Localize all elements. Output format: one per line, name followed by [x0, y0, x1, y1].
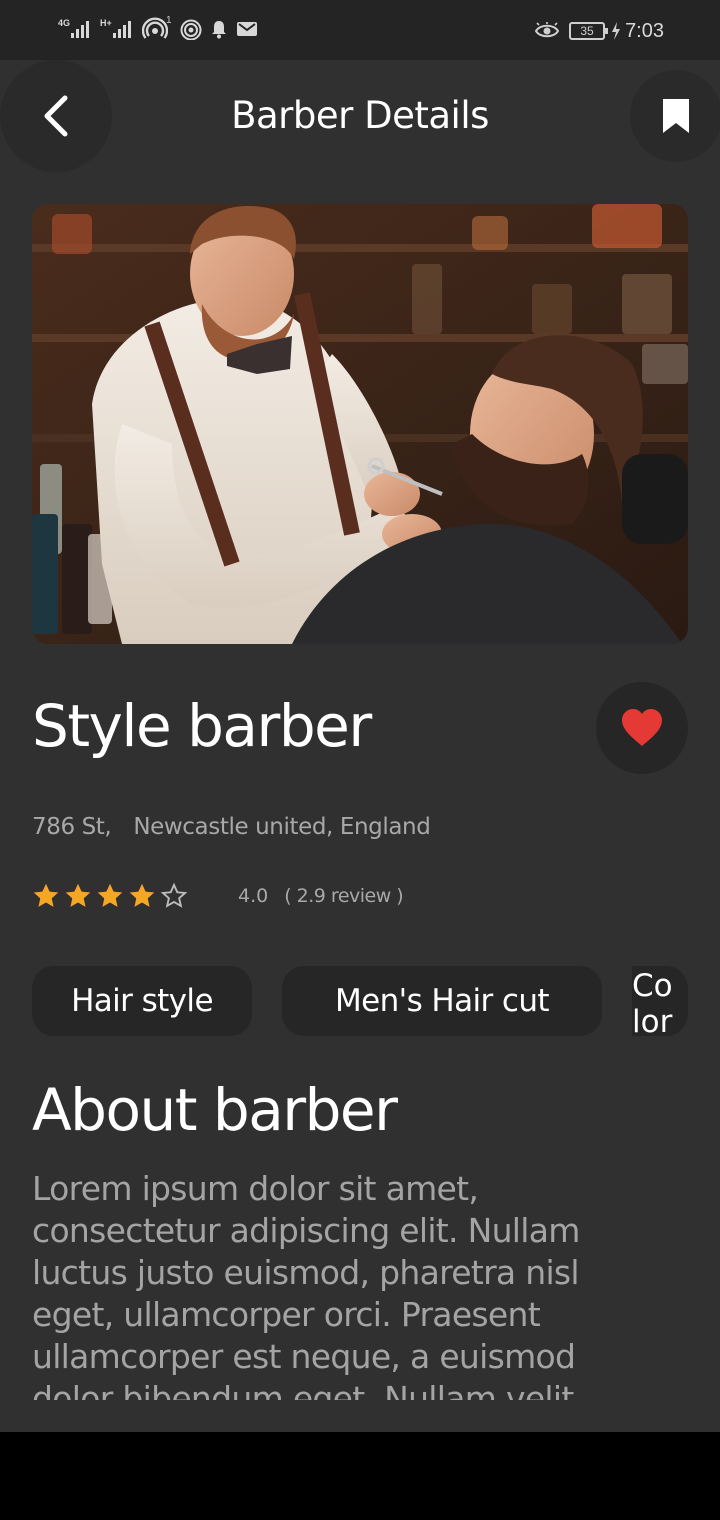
star-filled-icon [97, 883, 123, 907]
clock: 7:03 [625, 19, 664, 42]
bookmark-button[interactable] [630, 70, 720, 162]
service-chip-coloring[interactable]: Colori [632, 966, 688, 1036]
status-right: 35 7:03 [535, 14, 664, 48]
review-count: ( 2.9 review ) [284, 885, 404, 907]
bookmark-icon [663, 99, 689, 133]
service-chip-label: Men's Hair cut [335, 983, 550, 1019]
charging-icon [612, 22, 621, 40]
hotspot-icon [142, 17, 168, 39]
address-city: Newcastle united, England [133, 814, 431, 840]
star-empty-icon [160, 882, 188, 908]
star-filled-icon [129, 883, 155, 907]
heart-icon [622, 709, 662, 746]
address-street: 786 St, [32, 814, 112, 840]
star-rating [32, 882, 188, 910]
barber-details-screen: Barber Details Style barber 786 St, Newc… [0, 60, 720, 1432]
bell-icon [211, 21, 226, 39]
status-left: 4G H+ 1 [58, 14, 258, 44]
signal-hplus-icon: H+ [100, 16, 134, 42]
favorite-button[interactable] [596, 682, 688, 774]
rating-value: 4.0 [238, 885, 269, 907]
page-title: Barber Details [231, 94, 489, 137]
barber-name: Style barber [32, 692, 372, 760]
status-bar: 4G H+ 1 35 7:03 [0, 0, 720, 60]
signal-4g-icon: 4G [58, 16, 92, 42]
mail-icon [236, 22, 257, 36]
barber-address: 786 St, Newcastle united, England [32, 814, 431, 840]
service-chip-hair-style[interactable]: Hair style [32, 966, 252, 1036]
star-filled-icon [65, 883, 91, 907]
eye-icon [535, 22, 560, 38]
star-filled-icon [33, 883, 59, 907]
notification-count: 1 [166, 14, 172, 26]
barber-photo [32, 204, 688, 644]
rating-row: 4.0 ( 2.9 review ) [32, 882, 404, 910]
service-chip-label: Colori [632, 968, 673, 1036]
service-chip-label: Hair style [71, 983, 213, 1019]
about-title: About barber [32, 1076, 398, 1144]
system-navigation-bar [0, 1432, 720, 1520]
network-type-label: 4G [58, 18, 71, 28]
battery-indicator: 35 [569, 22, 609, 40]
about-text: Lorem ipsum dolor sit amet, consectetur … [32, 1169, 580, 1400]
services-list: Hair style Men's Hair cut Colori [32, 966, 688, 1038]
service-chip-mens-hair-cut[interactable]: Men's Hair cut [282, 966, 602, 1036]
network-type-label-2: H+ [100, 18, 112, 28]
barber-photo-illustration [32, 204, 688, 644]
wifi-hotspot-icon [180, 19, 202, 40]
